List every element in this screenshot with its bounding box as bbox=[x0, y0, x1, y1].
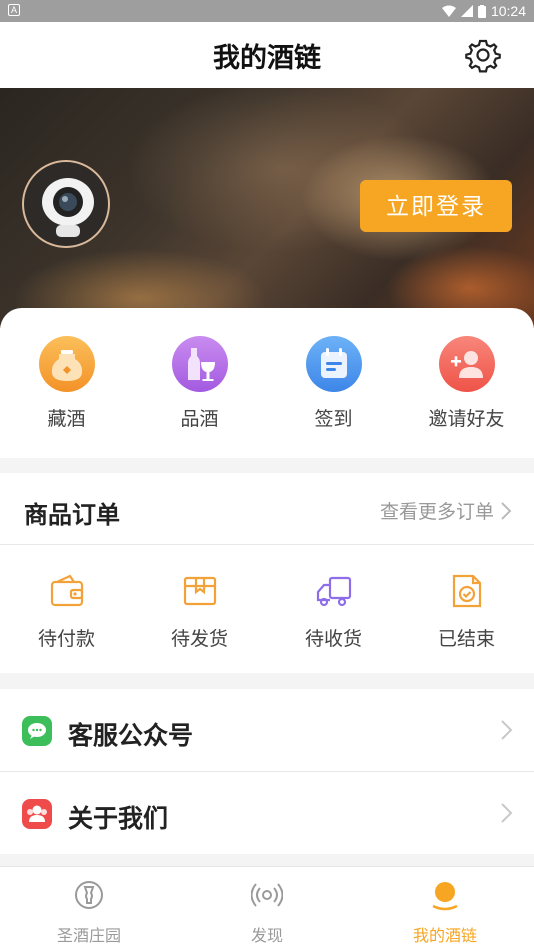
view-more-label: 查看更多订单 bbox=[379, 502, 494, 523]
quick-item-invite[interactable]: 邀请好友 bbox=[400, 336, 533, 431]
menu-label: 关于我们 bbox=[68, 805, 169, 833]
package-icon bbox=[183, 576, 216, 606]
truck-icon bbox=[316, 576, 351, 607]
menu-item-service-account[interactable]: 客服公众号 bbox=[0, 689, 534, 771]
order-status-label: 待付款 bbox=[37, 629, 95, 650]
order-status-unpaid[interactable]: 待付款 bbox=[0, 573, 133, 651]
quick-label: 签到 bbox=[314, 409, 353, 430]
jar-icon bbox=[38, 336, 95, 392]
login-button[interactable]: 立即登录 bbox=[360, 180, 512, 232]
view-more-orders-link[interactable]: 查看更多订单 bbox=[380, 497, 512, 524]
orders-header: 商品订单 查看更多订单 bbox=[0, 473, 534, 545]
order-status-finished[interactable]: 已结束 bbox=[400, 573, 533, 651]
quick-item-collect[interactable]: 藏酒 bbox=[0, 336, 133, 431]
wine-icon bbox=[171, 336, 228, 392]
quick-label: 邀请好友 bbox=[428, 409, 505, 430]
camera-robot-icon bbox=[42, 178, 94, 237]
chevron-right-icon bbox=[501, 803, 513, 823]
wallet-icon bbox=[50, 574, 83, 607]
done-doc-icon bbox=[452, 574, 481, 608]
order-status-to-ship[interactable]: 待发货 bbox=[133, 573, 266, 651]
calendar-icon bbox=[305, 336, 362, 392]
order-status-to-receive[interactable]: 待收货 bbox=[267, 573, 400, 651]
avatar[interactable] bbox=[22, 160, 110, 248]
battery-icon bbox=[477, 4, 486, 18]
menu-item-about-us[interactable]: 关于我们 bbox=[0, 772, 534, 854]
signal-icon bbox=[460, 5, 473, 17]
chevron-right-icon bbox=[501, 720, 513, 740]
bottom-tab-bar: 圣酒庄园 发现 我的酒链 bbox=[0, 866, 534, 950]
estate-icon bbox=[75, 881, 103, 909]
page-title: 我的酒链 bbox=[213, 43, 321, 73]
add-friend-icon bbox=[438, 336, 495, 392]
chat-icon bbox=[22, 716, 52, 746]
order-status-label: 已结束 bbox=[437, 629, 495, 650]
quick-item-checkin[interactable]: 签到 bbox=[267, 336, 400, 431]
status-bar: A 10:24 bbox=[0, 0, 534, 22]
order-status-label: 待收货 bbox=[304, 629, 362, 650]
status-icons: 10:24 bbox=[441, 2, 526, 20]
settings-gear-icon[interactable] bbox=[465, 37, 501, 73]
quick-label: 品酒 bbox=[180, 409, 219, 430]
quick-actions: 藏酒 品酒 签到 邀请好友 bbox=[0, 308, 534, 458]
discover-icon bbox=[250, 883, 284, 907]
status-time: 10:24 bbox=[490, 3, 526, 19]
tab-estate[interactable]: 圣酒庄园 bbox=[0, 879, 178, 946]
order-status-label: 待发货 bbox=[170, 629, 228, 650]
profile-icon bbox=[432, 882, 458, 911]
menu-label: 客服公众号 bbox=[68, 722, 194, 750]
wifi-icon bbox=[441, 5, 456, 17]
chevron-right-icon bbox=[501, 501, 512, 520]
profile-banner: 立即登录 bbox=[0, 88, 534, 328]
top-bar: 我的酒链 bbox=[0, 22, 534, 88]
notification-badge: A bbox=[8, 4, 20, 16]
quick-label: 藏酒 bbox=[47, 409, 86, 430]
team-icon bbox=[22, 799, 52, 829]
tab-label: 圣酒庄园 bbox=[56, 928, 121, 945]
orders-title: 商品订单 bbox=[24, 502, 120, 529]
orders-card: 商品订单 查看更多订单 待付款 待发货 待收货 已结束 bbox=[0, 473, 534, 673]
tab-label: 发现 bbox=[250, 928, 283, 945]
quick-item-taste[interactable]: 品酒 bbox=[133, 336, 266, 431]
tab-my-wine-chain[interactable]: 我的酒链 bbox=[356, 879, 534, 946]
tab-discover[interactable]: 发现 bbox=[178, 879, 356, 946]
tab-label: 我的酒链 bbox=[412, 928, 477, 945]
